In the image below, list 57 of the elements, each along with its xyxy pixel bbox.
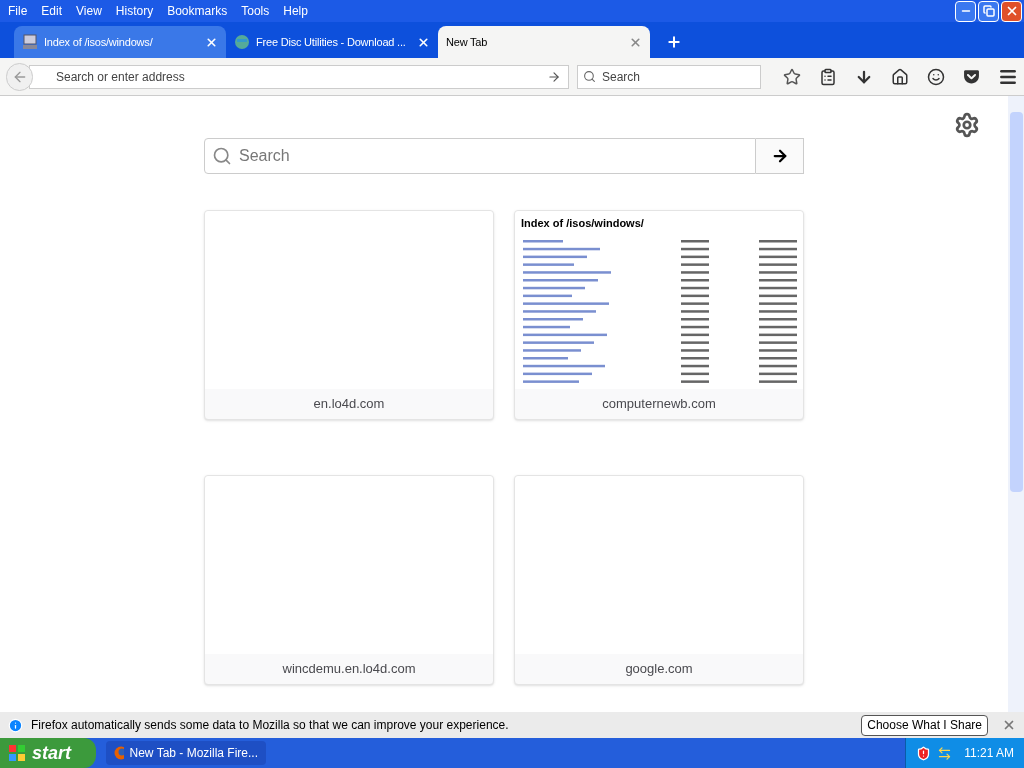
taskbar-button[interactable]: New Tab - Mozilla Fire... bbox=[106, 741, 266, 765]
browser-tab[interactable]: Index of /isos/windows/ bbox=[14, 26, 226, 58]
info-icon bbox=[8, 717, 23, 733]
top-site-tile[interactable]: wincdemu.en.lo4d.com bbox=[204, 475, 494, 685]
settings-icon[interactable] bbox=[954, 112, 980, 138]
choose-share-button[interactable]: Choose What I Share bbox=[861, 714, 988, 736]
close-tab-icon[interactable] bbox=[417, 35, 430, 49]
windows-logo-icon bbox=[8, 744, 26, 762]
menu-item[interactable]: Edit bbox=[41, 2, 63, 20]
scrollbar[interactable] bbox=[1008, 96, 1024, 712]
close-tab-icon[interactable] bbox=[205, 35, 218, 49]
top-site-label: en.lo4d.com bbox=[313, 395, 385, 414]
smiley-icon[interactable] bbox=[927, 67, 945, 86]
page-search-field[interactable]: Search bbox=[204, 138, 756, 174]
pocket-icon[interactable] bbox=[963, 68, 980, 85]
close-icon[interactable] bbox=[1002, 718, 1016, 732]
thumbnail-title: Index of /isos/windows/ bbox=[521, 216, 645, 231]
menu-item[interactable]: File bbox=[8, 2, 28, 20]
shield-icon bbox=[916, 745, 932, 761]
search-icon bbox=[212, 146, 232, 166]
top-site-tile[interactable]: google.com bbox=[514, 475, 804, 685]
notification-message: Firefox automatically sends some data to Mozilla so that we can improve your experience. bbox=[31, 717, 510, 734]
menu-item[interactable]: Bookmarks bbox=[167, 2, 228, 20]
top-site-label: wincdemu.en.lo4d.com bbox=[282, 660, 416, 679]
go-button[interactable] bbox=[756, 138, 804, 174]
restore-icon bbox=[982, 5, 995, 17]
browser-tab[interactable]: Free Disc Utilities - Download ... bbox=[226, 26, 438, 58]
top-site-label: google.com bbox=[625, 660, 693, 679]
minimize-button[interactable] bbox=[955, 0, 976, 22]
menu-item[interactable]: View bbox=[76, 2, 102, 20]
restore-button[interactable] bbox=[978, 0, 999, 22]
close-tab-icon[interactable] bbox=[629, 35, 642, 49]
clock: 11:21 AM bbox=[964, 745, 1014, 762]
network-icon bbox=[937, 745, 953, 761]
close-button[interactable] bbox=[1001, 0, 1022, 22]
new-tab-icon[interactable] bbox=[666, 34, 682, 50]
reading-list-icon[interactable] bbox=[819, 67, 837, 86]
home-icon[interactable] bbox=[891, 67, 909, 86]
menu-item[interactable]: Help bbox=[283, 2, 308, 20]
start-button[interactable]: start bbox=[0, 738, 96, 768]
tab-title: New Tab bbox=[446, 34, 489, 50]
menu-item[interactable]: Tools bbox=[241, 2, 270, 20]
top-site-tile[interactable]: en.lo4d.com bbox=[204, 210, 494, 420]
computer-icon bbox=[22, 34, 38, 50]
tab-title: Free Disc Utilities - Download ... bbox=[256, 34, 407, 50]
browser-tab[interactable]: New Tab bbox=[438, 26, 650, 58]
globe-icon bbox=[234, 34, 250, 50]
go-icon[interactable] bbox=[547, 69, 561, 84]
star-icon[interactable] bbox=[783, 67, 801, 86]
top-site-tile[interactable]: Index of /isos/windows/ computernewb.com bbox=[514, 210, 804, 420]
address-field[interactable]: Search or enter address bbox=[29, 64, 569, 89]
tab-title: Index of /isos/windows/ bbox=[44, 34, 154, 50]
search-icon bbox=[583, 69, 596, 83]
search-field[interactable]: Search bbox=[577, 64, 761, 89]
menu-item[interactable]: History bbox=[115, 2, 154, 20]
firefox-icon bbox=[114, 746, 124, 760]
top-site-label: computernewb.com bbox=[602, 395, 716, 414]
